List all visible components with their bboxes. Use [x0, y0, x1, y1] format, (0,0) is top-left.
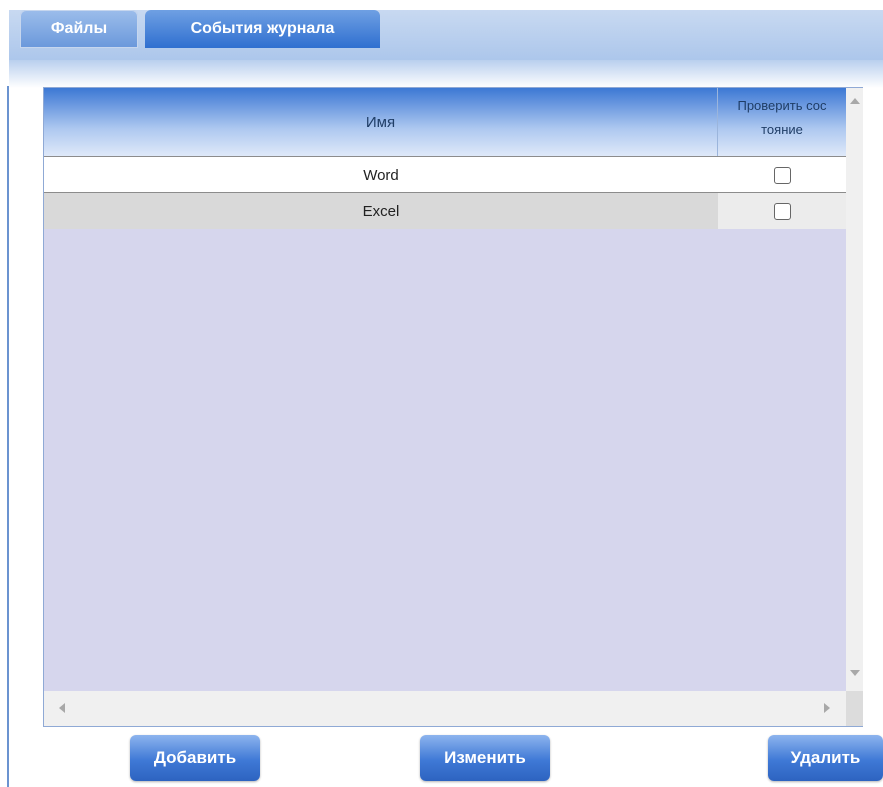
tab-bar-fade — [9, 60, 883, 88]
scroll-right-icon[interactable] — [824, 703, 830, 713]
scrollbar-corner — [846, 691, 863, 726]
panel-left-border — [7, 86, 9, 787]
row-check-cell — [718, 157, 846, 193]
scroll-up-icon[interactable] — [850, 98, 860, 104]
check-status-checkbox[interactable] — [773, 202, 791, 220]
row-name-cell: Excel — [362, 202, 400, 220]
grid-header: Имя Проверить сос тояние — [44, 88, 846, 156]
table-row[interactable]: Excel — [44, 192, 846, 229]
clipped-heading — [0, 0, 883, 10]
tab-files[interactable]: Файлы — [20, 10, 138, 48]
delete-button[interactable]: Удалить — [768, 735, 883, 781]
scroll-left-icon[interactable] — [59, 703, 65, 713]
add-button[interactable]: Добавить — [130, 735, 260, 781]
column-header-name[interactable]: Имя — [44, 88, 718, 156]
files-grid: Имя Проверить сос тояние Word Excel — [43, 87, 863, 727]
tab-log-events[interactable]: События журнала — [145, 10, 380, 48]
vertical-scrollbar[interactable] — [846, 88, 863, 691]
edit-button[interactable]: Изменить — [420, 735, 550, 781]
check-status-checkbox[interactable] — [773, 166, 791, 184]
row-check-cell — [718, 193, 846, 229]
row-name-cell: Word — [363, 166, 399, 184]
table-row[interactable]: Word — [44, 156, 846, 193]
scroll-down-icon[interactable] — [850, 670, 860, 676]
horizontal-scrollbar[interactable] — [44, 691, 846, 726]
column-header-check-status[interactable]: Проверить сос тояние — [718, 88, 846, 156]
